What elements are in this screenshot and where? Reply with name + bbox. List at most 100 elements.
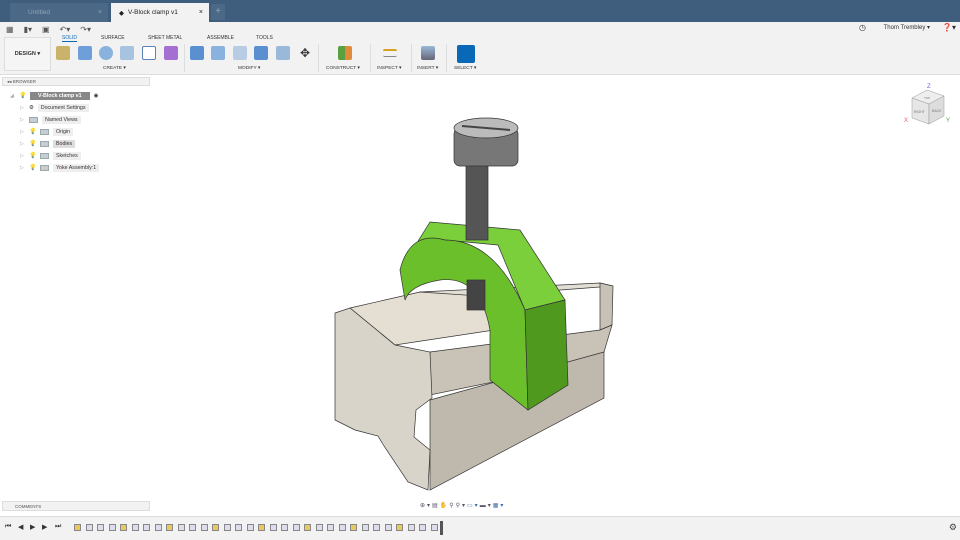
grid-settings-icon[interactable]: ▬▾ [480,503,493,509]
zoom-icon[interactable]: ⚲▾ [456,503,467,509]
timeline-feature[interactable] [384,524,392,531]
timeline-feature[interactable] [85,524,93,531]
tab-tools[interactable]: TOOLS [256,35,273,41]
browser-item-document-settings[interactable]: ▷ ⚙ Document Settings [20,103,89,112]
look-at-icon[interactable]: ▤ [432,503,440,509]
timeline-feature[interactable] [407,524,415,531]
go-to-start-icon[interactable]: ⏮ [5,523,11,531]
timeline-feature[interactable] [177,524,185,531]
construct-menu[interactable]: CONSTRUCT ▾ [326,66,360,71]
browser-item-origin[interactable]: ▷ 💡 Origin [20,127,74,136]
workspace-switcher[interactable]: DESIGN ▾ [4,37,51,71]
timeline-feature[interactable] [350,524,357,531]
play-icon[interactable]: ▶ [30,523,35,531]
timeline-feature[interactable] [120,524,127,531]
pan-icon[interactable]: ✋ [440,503,449,509]
construct-plane-icon[interactable] [338,46,352,60]
timeline-feature[interactable] [338,524,346,531]
measure-icon[interactable] [383,49,397,57]
browser-item-sketches[interactable]: ▷ 💡 Sketches [20,151,81,160]
pattern-icon[interactable] [142,46,156,60]
orbit-icon[interactable]: ⊕▾ [420,503,432,509]
visibility-icon[interactable]: 💡 [19,92,26,99]
timeline-feature[interactable] [373,524,380,531]
select-icon[interactable] [457,45,475,63]
close-icon[interactable]: × [199,9,203,16]
timeline-feature[interactable] [419,524,426,531]
step-back-icon[interactable]: ◀ [18,523,23,531]
timeline-settings-icon[interactable]: ⚙ [949,522,957,533]
timeline-feature[interactable] [154,524,162,531]
expand-icon[interactable]: ▷ [20,165,25,171]
revolve-icon[interactable] [99,46,113,60]
help-icon[interactable]: ❓▾ [942,23,956,32]
timeline-feature[interactable] [246,524,254,531]
timeline-feature[interactable] [74,524,81,531]
step-forward-icon[interactable]: ▶ [42,523,47,531]
timeline-feature[interactable] [304,524,311,531]
viewport-canvas[interactable]: Z X Y RIGHT BACK TOP [0,75,960,500]
fillet-icon[interactable] [211,46,225,60]
press-pull-icon[interactable] [190,46,204,60]
timeline-feature[interactable] [189,524,196,531]
browser-item-named-views[interactable]: ▷ Named Views [20,115,81,124]
timeline-feature[interactable] [235,524,242,531]
timeline-feature[interactable] [97,524,104,531]
tab-assemble[interactable]: ASSEMBLE [207,35,234,41]
new-tab-button[interactable]: + [211,4,225,20]
redo-icon[interactable]: ↷▾ [80,25,91,34]
browser-item-yoke-assembly[interactable]: ▷ 💡 Yoke Assembly:1 [20,163,100,172]
move-icon[interactable]: ✥ [298,46,312,60]
user-menu[interactable]: Thom Trembley ▾ [884,24,930,31]
select-menu[interactable]: SELECT ▾ [454,66,476,71]
tab-v-block-clamp[interactable]: ◆ V-Block clamp v1 × [111,3,209,22]
expand-icon[interactable]: ▷ [20,153,25,159]
save-icon[interactable]: ▣ [42,25,50,34]
modify-menu[interactable]: MODIFY ▾ [238,66,260,71]
insert-menu[interactable]: INSERT ▾ [417,66,438,71]
comments-panel-header[interactable]: COMMENTS [2,501,150,511]
tab-sheet-metal[interactable]: SHEET METAL [148,35,182,41]
sketch-icon[interactable] [56,46,70,60]
shell-icon[interactable] [233,46,247,60]
timeline-feature[interactable] [131,524,139,531]
timeline-feature[interactable] [430,524,438,531]
visibility-icon[interactable]: 💡 [29,140,36,147]
timeline-feature[interactable] [166,524,173,531]
timeline-feature[interactable] [143,524,150,531]
timeline-feature[interactable] [281,524,288,531]
activate-icon[interactable]: ◉ [94,93,99,99]
split-face-icon[interactable] [276,46,290,60]
tab-surface[interactable]: SURFACE [101,35,125,41]
timeline-feature[interactable] [292,524,300,531]
tab-solid[interactable]: SOLID [62,35,78,42]
expand-icon[interactable]: ▷ [20,105,25,111]
undo-icon[interactable]: ↶▾ [60,25,71,34]
file-menu-icon[interactable]: ▮▾ [24,25,32,34]
hole-icon[interactable] [120,46,134,60]
timeline-feature[interactable] [223,524,231,531]
timeline-feature[interactable] [361,524,369,531]
visibility-icon[interactable]: 💡 [29,164,36,171]
view-cube[interactable]: Z X Y RIGHT BACK TOP [902,80,952,130]
timeline-feature[interactable] [396,524,403,531]
expand-icon[interactable]: ▷ [20,129,25,135]
timeline-feature[interactable] [200,524,208,531]
browser-item-bodies[interactable]: ▷ 💡 Bodies [20,139,76,148]
expand-icon[interactable]: ◢ [10,93,15,99]
timeline-marker[interactable] [440,521,443,535]
timeline-feature[interactable] [258,524,265,531]
grid-menu-icon[interactable]: ▦ [6,25,14,34]
job-status-icon[interactable]: ◷ [859,23,866,32]
create-form-icon[interactable] [164,46,178,60]
close-icon[interactable]: × [98,9,102,16]
visibility-icon[interactable]: 💡 [29,128,36,135]
browser-root[interactable]: ◢ 💡 V-Block clamp v1 ◉ [10,91,98,100]
expand-icon[interactable]: ▷ [20,141,25,147]
display-settings-icon[interactable]: ▭▾ [467,503,480,509]
viewports-icon[interactable]: ▦▾ [493,503,506,509]
combine-icon[interactable] [254,46,268,60]
extrude-icon[interactable] [78,46,92,60]
timeline-feature[interactable] [315,524,323,531]
inspect-menu[interactable]: INSPECT ▾ [377,66,401,71]
